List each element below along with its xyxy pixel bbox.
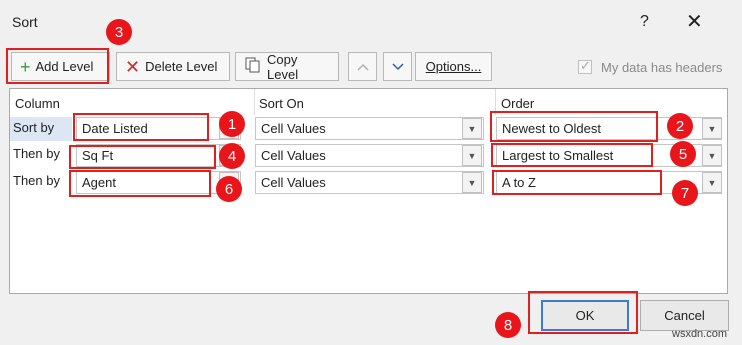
step-badge: 5 <box>670 141 696 167</box>
move-up-button[interactable] <box>348 52 377 81</box>
chevron-down-icon[interactable]: ▼ <box>702 118 722 139</box>
check-icon: ✓ <box>580 58 591 73</box>
chevron-down-icon[interactable]: ▼ <box>462 172 482 193</box>
sort-on-header: Sort On <box>259 96 304 111</box>
highlight-add-level <box>6 48 109 84</box>
step-badge: 2 <box>667 113 693 139</box>
column-header: Column <box>15 96 60 111</box>
copy-icon <box>244 56 262 77</box>
step-badge: 1 <box>219 111 245 137</box>
delete-level-label: Delete Level <box>145 59 218 74</box>
move-down-button[interactable] <box>383 52 412 81</box>
close-button[interactable]: ✕ <box>686 9 703 34</box>
step-badge: 3 <box>106 19 132 45</box>
step-badge: 4 <box>219 143 245 169</box>
chevron-down-icon <box>391 62 404 70</box>
row-label: Sort by <box>13 120 55 135</box>
highlight-column-2 <box>69 145 216 169</box>
options-label: Options... <box>425 59 482 74</box>
watermark: wsxdn.com <box>672 328 728 340</box>
step-badge: 8 <box>495 312 521 338</box>
chevron-down-icon[interactable]: ▼ <box>702 172 722 193</box>
header-divider <box>254 89 255 115</box>
row-label: Then by <box>13 173 60 188</box>
chevron-down-icon[interactable]: ▼ <box>462 145 482 166</box>
highlight-column-1 <box>73 113 209 141</box>
copy-level-label: Copy Level <box>267 51 299 82</box>
chevron-down-icon[interactable]: ▼ <box>462 118 482 139</box>
options-button[interactable]: Options... <box>415 52 492 81</box>
row-label: Then by <box>13 146 60 161</box>
headers-checkbox[interactable]: ✓ <box>578 58 592 74</box>
step-badge: 7 <box>672 180 698 206</box>
sort-on-select[interactable]: Cell Values <box>255 117 484 140</box>
copy-level-button[interactable]: Copy Level <box>235 51 339 82</box>
delete-x-icon: ✕ <box>125 56 141 77</box>
delete-level-button[interactable]: ✕ Delete Level <box>116 52 230 81</box>
chevron-up-icon <box>356 63 369 71</box>
highlight-order-3 <box>492 170 662 195</box>
dialog-title: Sort <box>12 14 38 30</box>
order-header: Order <box>501 96 535 111</box>
highlight-order-2 <box>491 143 653 167</box>
highlight-ok <box>528 291 638 334</box>
cancel-button[interactable]: Cancel <box>640 300 729 331</box>
sort-on-select[interactable]: Cell Values <box>255 171 484 194</box>
headers-checkbox-label: My data has headers <box>601 60 723 75</box>
sort-on-select[interactable]: Cell Values <box>255 144 484 167</box>
step-badge: 6 <box>216 176 242 202</box>
highlight-order-1 <box>490 111 658 142</box>
help-button[interactable]: ? <box>640 13 649 31</box>
chevron-down-icon[interactable]: ▼ <box>702 145 722 166</box>
highlight-column-3 <box>69 170 211 197</box>
